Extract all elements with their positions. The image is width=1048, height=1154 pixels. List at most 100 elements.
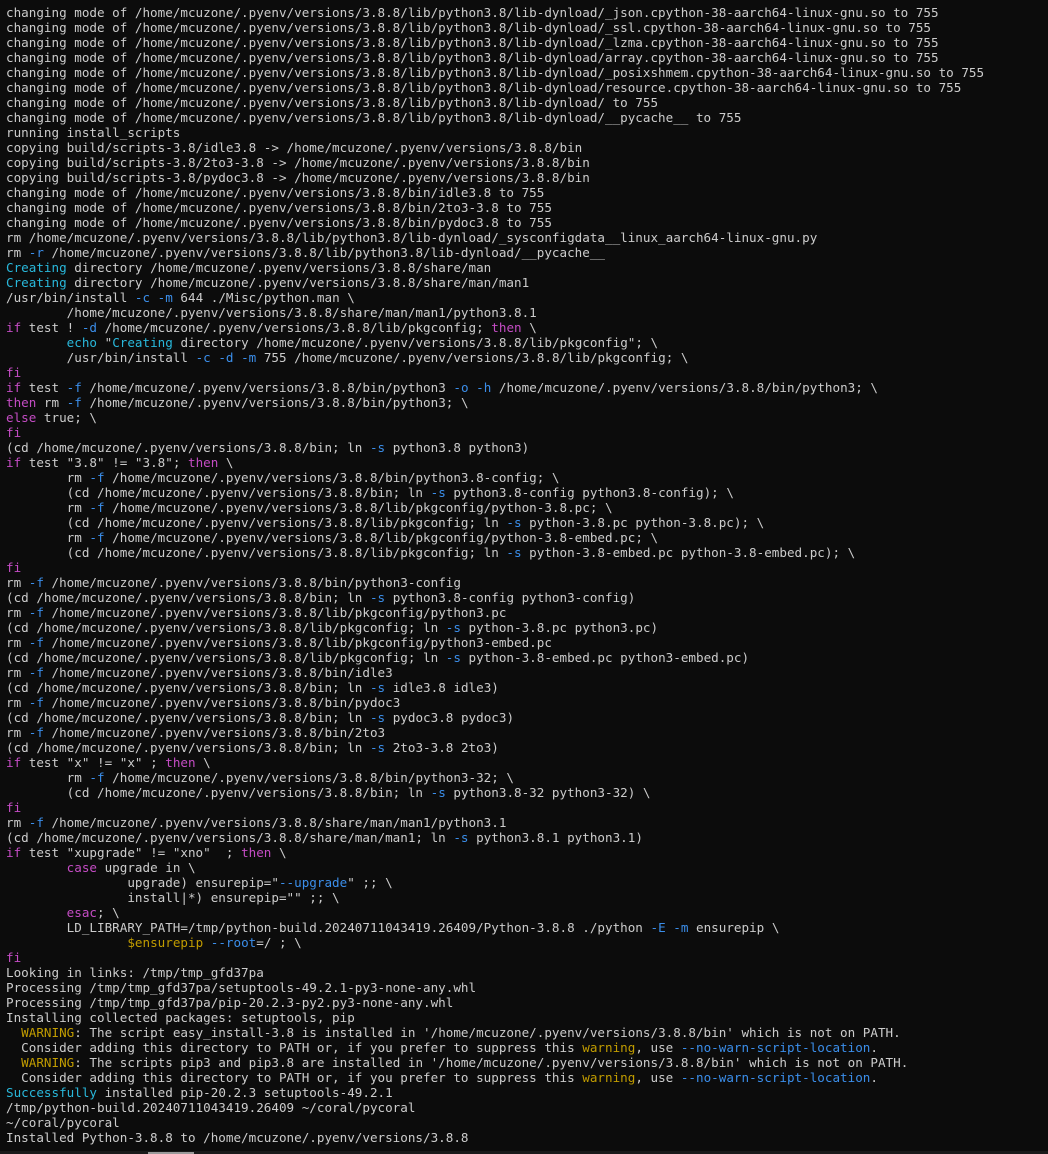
terminal-text-flag: -f [28,725,44,740]
terminal-line: (cd /home/mcuzone/.pyenv/versions/3.8.8/… [6,515,984,530]
terminal-text-text: rm [6,500,90,515]
terminal-line: copying build/scripts-3.8/pydoc3.8 -> /h… [6,170,984,185]
terminal-text-keyword: fi [6,800,22,815]
terminal-text-info: Creating [6,260,67,275]
terminal-text-flag: -h [476,380,492,395]
terminal-text-text: python-3.8.pc python3.pc) [460,620,659,635]
terminal-text-text: directory /home/mcuzone/.pyenv/versions/… [66,260,492,275]
terminal-text-keyword: fi [6,425,22,440]
terminal-text-text: ; \ [97,905,120,920]
terminal-text-text: (cd /home/mcuzone/.pyenv/versions/3.8.8/… [6,830,454,845]
terminal-text-keyword: then [165,755,196,770]
terminal-text-warning-label: WARNING [21,1055,75,1070]
terminal-text-flag: -f [89,470,105,485]
terminal-text-flag: -r [28,245,44,260]
terminal-text-flag: -s [369,680,386,695]
terminal-text-text: rm [6,770,90,785]
terminal-text-text: rm [6,665,29,680]
terminal-text-text: changing mode of /home/mcuzone/.pyenv/ve… [6,35,939,50]
terminal-text-text: . [870,1070,878,1085]
terminal-text-text: copying build/scripts-3.8/2to3-3.8 -> /h… [6,155,590,170]
terminal-text-text: (cd /home/mcuzone/.pyenv/versions/3.8.8/… [6,740,370,755]
terminal-line: Consider adding this directory to PATH o… [6,1070,984,1085]
terminal-text-text: test "xupgrade" != "xno" ; [21,845,242,860]
terminal-text-text: /home/mcuzone/.pyenv/versions/3.8.8/lib/… [43,245,606,260]
terminal-text-text: /home/mcuzone/.pyenv/versions/3.8.8/lib/… [104,530,659,545]
terminal-line: esac; \ [6,905,984,920]
terminal-line: if test ! -d /home/mcuzone/.pyenv/versio… [6,320,984,335]
terminal-text-info: Creating [112,335,173,350]
terminal-text-flag: -m [241,350,257,365]
terminal-line: echo "Creating directory /home/mcuzone/.… [6,335,984,350]
terminal-text-keyword: case [66,860,98,875]
terminal-window[interactable]: changing mode of /home/mcuzone/.pyenv/ve… [0,0,1048,1154]
terminal-text-text [203,935,211,950]
terminal-text-text: rm [6,635,29,650]
terminal-output: changing mode of /home/mcuzone/.pyenv/ve… [6,5,984,1145]
terminal-text-text: " ;; \ [347,875,393,890]
terminal-text-text: Installed Python-3.8.8 to /home/mcuzone/… [6,1130,469,1145]
terminal-text-text: changing mode of /home/mcuzone/.pyenv/ve… [6,65,985,80]
terminal-text-flag: -f [28,605,44,620]
terminal-text-text: Consider adding this directory to PATH o… [6,1040,583,1055]
terminal-text-text: . [870,1040,878,1055]
terminal-text-flag: -f [28,695,44,710]
terminal-text-text: (cd /home/mcuzone/.pyenv/versions/3.8.8/… [6,785,431,800]
terminal-line: rm -f /home/mcuzone/.pyenv/versions/3.8.… [6,530,984,545]
terminal-text-warning-word: warning [582,1040,636,1055]
terminal-text-flag: -d [81,320,98,335]
terminal-text-flag: -f [89,770,105,785]
terminal-text-text: changing mode of /home/mcuzone/.pyenv/ve… [6,215,552,230]
terminal-line: copying build/scripts-3.8/idle3.8 -> /ho… [6,140,984,155]
terminal-text-flag: -s [453,830,469,845]
terminal-text-text: python3.8-32 python3-32) \ [445,785,651,800]
terminal-text-text: ~/coral/pycoral [6,1115,120,1130]
terminal-text-text: " [97,335,113,350]
terminal-text-text: rm [6,605,29,620]
terminal-text-text [6,335,67,350]
terminal-text-option: --no-warn-script-location [680,1070,871,1085]
terminal-text-text: copying build/scripts-3.8/pydoc3.8 -> /h… [6,170,590,185]
terminal-text-text: install|*) ensurepip="" ;; \ [6,890,340,905]
terminal-text-text: /home/mcuzone/.pyenv/versions/3.8.8/bin/… [43,725,386,740]
terminal-line: Successfully installed pip-20.2.3 setupt… [6,1085,984,1100]
terminal-text-text: python-3.8-embed.pc python-3.8-embed.pc)… [521,545,856,560]
terminal-line: Consider adding this directory to PATH o… [6,1040,984,1055]
terminal-line: else true; \ [6,410,984,425]
terminal-text-text: \ [271,845,287,860]
terminal-line: Processing /tmp/tmp_gfd37pa/pip-20.2.3-p… [6,995,984,1010]
terminal-text-text: 2to3-3.8 2to3) [385,740,499,755]
terminal-text-flag: -s [369,590,386,605]
terminal-text-text: /home/mcuzone/.pyenv/versions/3.8.8/bin/… [491,380,878,395]
terminal-line: changing mode of /home/mcuzone/.pyenv/ve… [6,35,984,50]
terminal-text-text: Looking in links: /tmp/tmp_gfd37pa [6,965,264,980]
terminal-text-option: --no-warn-script-location [680,1040,871,1055]
terminal-text-text: (cd /home/mcuzone/.pyenv/versions/3.8.8/… [6,485,431,500]
terminal-line: (cd /home/mcuzone/.pyenv/versions/3.8.8/… [6,485,984,500]
terminal-text-text: /tmp/python-build.20240711043419.26409 ~… [6,1100,416,1115]
terminal-line: changing mode of /home/mcuzone/.pyenv/ve… [6,200,984,215]
terminal-text-text: /home/mcuzone/.pyenv/versions/3.8.8/shar… [43,815,507,830]
terminal-text-text: upgrade) ensurepip=" [6,875,279,890]
terminal-text-text: changing mode of /home/mcuzone/.pyenv/ve… [6,185,545,200]
terminal-text-text: test "x" != "x" ; [21,755,166,770]
terminal-text-text: , use [635,1040,681,1055]
terminal-text-text: /home/mcuzone/.pyenv/versions/3.8.8/bin/… [104,770,515,785]
terminal-text-flag: -c [195,350,211,365]
terminal-text-flag: -s [369,440,386,455]
terminal-text-text: (cd /home/mcuzone/.pyenv/versions/3.8.8/… [6,515,507,530]
terminal-text-warning-word: warning [582,1070,636,1085]
terminal-text-text: /home/mcuzone/.pyenv/versions/3.8.8/bin/… [81,380,454,395]
terminal-text-text: Installing collected packages: setuptool… [6,1010,355,1025]
terminal-text-keyword: fi [6,560,22,575]
terminal-text-text: /home/mcuzone/.pyenv/versions/3.8.8/bin/… [43,575,461,590]
terminal-text-keyword: if [6,455,22,470]
terminal-line: if test "xupgrade" != "xno" ; then \ [6,845,984,860]
terminal-text-keyword: if [6,320,22,335]
terminal-text-keyword: if [6,845,22,860]
terminal-text-keyword: else [6,410,37,425]
terminal-text-text [150,290,158,305]
terminal-text-warning-label: WARNING [21,1025,75,1040]
terminal-text-flag: -E [650,920,666,935]
terminal-line: changing mode of /home/mcuzone/.pyenv/ve… [6,215,984,230]
